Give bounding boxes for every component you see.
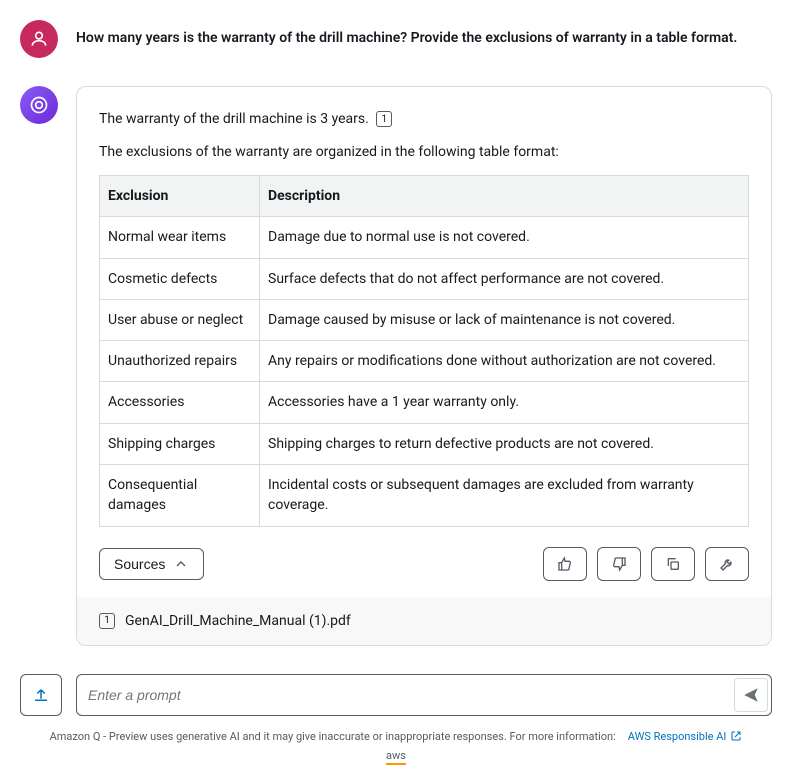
user-message-row: How many years is the warranty of the dr… bbox=[20, 20, 772, 58]
thumbs-down-icon bbox=[611, 556, 627, 572]
thumbs-down-button[interactable] bbox=[597, 547, 641, 581]
thumbs-up-icon bbox=[557, 556, 573, 572]
send-icon bbox=[742, 686, 760, 704]
input-row bbox=[20, 674, 772, 716]
bot-answer-line1: The warranty of the drill machine is 3 y… bbox=[99, 109, 749, 130]
aws-logo: aws bbox=[20, 749, 772, 762]
table-row: Cosmetic defectsSurface defects that do … bbox=[100, 258, 749, 299]
table-row: AccessoriesAccessories have a 1 year war… bbox=[100, 382, 749, 423]
table-header-exclusion: Exclusion bbox=[100, 176, 260, 217]
upload-button[interactable] bbox=[20, 674, 62, 716]
table-header-description: Description bbox=[260, 176, 749, 217]
chevron-up-icon bbox=[173, 556, 189, 572]
disclaimer-text: Amazon Q - Preview uses generative AI an… bbox=[50, 730, 616, 743]
bot-message-row: The warranty of the drill machine is 3 y… bbox=[20, 86, 772, 646]
copy-icon bbox=[665, 556, 681, 572]
citation-badge-1[interactable]: 1 bbox=[376, 111, 392, 127]
send-button[interactable] bbox=[734, 678, 768, 712]
source-filename[interactable]: GenAI_Drill_Machine_Manual (1).pdf bbox=[125, 613, 351, 629]
sources-panel: 1 GenAI_Drill_Machine_Manual (1).pdf bbox=[77, 597, 771, 645]
response-actions: Sources bbox=[99, 545, 749, 581]
external-link-icon bbox=[730, 730, 742, 742]
table-row: User abuse or neglectDamage caused by mi… bbox=[100, 299, 749, 340]
sources-toggle-button[interactable]: Sources bbox=[99, 548, 204, 580]
table-row: Consequential damagesIncidental costs or… bbox=[100, 465, 749, 527]
bot-response-card: The warranty of the drill machine is 3 y… bbox=[76, 86, 772, 646]
settings-button[interactable] bbox=[705, 547, 749, 581]
table-row: Normal wear itemsDamage due to normal us… bbox=[100, 217, 749, 258]
footer: Amazon Q - Preview uses generative AI an… bbox=[20, 730, 772, 743]
table-row: Unauthorized repairsAny repairs or modif… bbox=[100, 341, 749, 382]
thumbs-up-button[interactable] bbox=[543, 547, 587, 581]
upload-icon bbox=[32, 686, 50, 704]
responsible-ai-link[interactable]: AWS Responsible AI bbox=[628, 730, 743, 743]
user-question: How many years is the warranty of the dr… bbox=[76, 20, 772, 58]
bot-answer-line2: The exclusions of the warranty are organ… bbox=[99, 142, 749, 163]
wrench-icon bbox=[719, 556, 735, 572]
prompt-input[interactable] bbox=[80, 679, 734, 711]
bot-avatar bbox=[20, 86, 58, 124]
warranty-exclusions-table: Exclusion Description Normal wear itemsD… bbox=[99, 175, 749, 527]
source-number-badge[interactable]: 1 bbox=[99, 613, 115, 629]
prompt-input-container bbox=[76, 674, 772, 716]
table-row: Shipping chargesShipping charges to retu… bbox=[100, 423, 749, 464]
copy-button[interactable] bbox=[651, 547, 695, 581]
user-avatar bbox=[20, 20, 58, 58]
